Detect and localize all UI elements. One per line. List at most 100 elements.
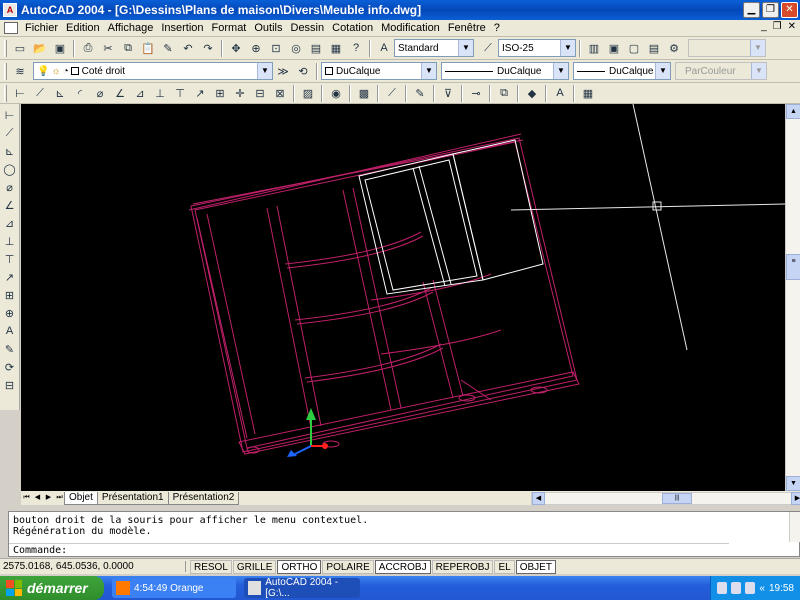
status-toggle-grille[interactable]: GRILLE <box>232 559 277 574</box>
make-layer-current-icon[interactable]: ≫ <box>275 63 291 79</box>
scroll-left-icon[interactable]: ◀ <box>532 492 545 505</box>
ordinate-dimension-icon[interactable]: ⊾ <box>52 85 68 101</box>
chevron-down-icon[interactable]: ▼ <box>421 63 436 79</box>
menu-fenetre[interactable]: Fenêtre <box>444 20 490 37</box>
tab-presentation2[interactable]: Présentation2 <box>167 491 240 505</box>
vertical-scrollbar[interactable]: ▲ ≡ ▼ <box>785 104 800 491</box>
center-mark-icon[interactable]: ✛ <box>232 85 248 101</box>
radius-dimension-icon[interactable]: ◜ <box>72 85 88 101</box>
match-properties-icon[interactable]: ✎ <box>160 40 176 56</box>
design-center-icon[interactable]: ▦ <box>328 40 344 56</box>
document-icon[interactable] <box>4 22 18 34</box>
scroll-down-icon[interactable]: ▼ <box>786 476 800 491</box>
pan-icon[interactable]: ✥ <box>228 40 244 56</box>
menu-outils[interactable]: Outils <box>250 20 286 37</box>
close-button[interactable]: ✕ <box>781 2 798 18</box>
multiline-text-icon[interactable]: A <box>552 85 568 101</box>
status-toggle-reperobj[interactable]: REPEROBJ <box>431 559 494 574</box>
chevron-down-icon[interactable]: ▼ <box>553 63 568 79</box>
baseline-left-icon[interactable]: ⊥ <box>2 233 18 249</box>
doc-minimize-button[interactable]: _ <box>761 21 767 32</box>
toolbar-grip[interactable] <box>4 84 7 102</box>
menu-cotation[interactable]: Cotation <box>328 20 377 37</box>
first-tab-icon[interactable]: ⏮ <box>21 492 32 504</box>
lineweight-select[interactable]: DuCalque ▼ <box>573 62 671 80</box>
undo-icon[interactable]: ↶ <box>180 40 196 56</box>
tolerance-icon[interactable]: ⊞ <box>212 85 228 101</box>
layer-select[interactable]: 💡 ☼ ◔ Coté droit ▼ <box>33 62 273 80</box>
taskbar-item-autocad[interactable]: AutoCAD 2004 - [G:\... <box>244 577 360 599</box>
quick-dim-left-icon[interactable]: ⊿ <box>2 215 18 231</box>
settings-icon[interactable]: ⚙ <box>666 40 682 56</box>
horizontal-scrollbar[interactable]: ◀ ||| ▶ <box>531 492 800 505</box>
tab-presentation1[interactable]: Présentation1 <box>96 491 169 505</box>
aligned-dimension-icon[interactable]: ⟋ <box>32 85 48 101</box>
hscroll-thumb[interactable]: ||| <box>662 493 692 504</box>
menu-format[interactable]: Format <box>208 20 251 37</box>
chevron-down-icon[interactable]: ▼ <box>751 63 766 79</box>
network-icon[interactable] <box>731 582 742 594</box>
maximize-button[interactable]: ❐ <box>762 2 779 18</box>
status-toggle-el[interactable]: EL <box>494 559 515 574</box>
model-space-drawing[interactable] <box>21 104 785 491</box>
print-icon[interactable]: ⎙ <box>80 40 96 56</box>
expand-tray-icon[interactable]: « <box>759 583 765 594</box>
paste-icon[interactable]: 📋 <box>140 40 156 56</box>
solid-box-icon[interactable]: ▨ <box>300 85 316 101</box>
dim-diameter-left-icon[interactable]: ⌀ <box>2 179 18 195</box>
open-icon[interactable]: 📂 <box>32 40 48 56</box>
orbit-icon[interactable]: ◉ <box>328 85 344 101</box>
center-mark-left-icon[interactable]: ⊕ <box>2 305 18 321</box>
dim-ordinate-left-icon[interactable]: ⊾ <box>2 143 18 159</box>
redo-icon[interactable]: ↷ <box>200 40 216 56</box>
menu-modification[interactable]: Modification <box>377 20 444 37</box>
tab-objet[interactable]: Objet <box>64 491 98 505</box>
toolbar-grip[interactable] <box>4 39 7 57</box>
next-tab-icon[interactable]: ▶ <box>43 492 54 504</box>
angular-dimension-icon[interactable]: ∠ <box>112 85 128 101</box>
dim-style-select[interactable]: ISO-25 ▼ <box>498 39 576 57</box>
command-input[interactable]: Commande: <box>9 543 729 556</box>
properties-icon[interactable]: ▤ <box>308 40 324 56</box>
leader-left-icon[interactable]: ↗ <box>2 269 18 285</box>
zoom-window-icon[interactable]: ⊡ <box>268 40 284 56</box>
quick-dimension-icon[interactable]: ⊿ <box>132 85 148 101</box>
baseline-dimension-icon[interactable]: ⊥ <box>152 85 168 101</box>
chevron-down-icon[interactable]: ▼ <box>655 63 670 79</box>
chevron-down-icon[interactable]: ▼ <box>750 40 765 56</box>
scroll-thumb[interactable]: ≡ <box>786 254 800 280</box>
menu-dessin[interactable]: Dessin <box>287 20 329 37</box>
chevron-down-icon[interactable]: ▼ <box>560 40 575 56</box>
command-scrollbar[interactable] <box>789 512 800 542</box>
tolerance-left-icon[interactable]: ⊞ <box>2 287 18 303</box>
ucs-icon[interactable]: ▢ <box>626 40 642 56</box>
coordinate-readout[interactable]: 2575.0168, 645.0536, 0.0000 <box>0 561 186 572</box>
drawing-area[interactable] <box>21 104 785 491</box>
pencil-icon[interactable]: ✎ <box>412 85 428 101</box>
viewport-scale-select[interactable]: ▼ <box>688 39 766 57</box>
insert-block-icon[interactable]: ⊽ <box>440 85 456 101</box>
continue-left-icon[interactable]: ⊤ <box>2 251 18 267</box>
status-toggle-polaire[interactable]: POLAIRE <box>322 559 374 574</box>
hatch-icon[interactable]: ▦ <box>580 85 596 101</box>
minimize-button[interactable]: ▁ <box>743 2 760 18</box>
menu-aide[interactable]: ? <box>490 20 504 37</box>
plotstyle-select[interactable]: ParCouleur ▼ <box>675 62 767 80</box>
text-left-icon[interactable]: A <box>2 323 18 339</box>
text-style-icon[interactable]: A <box>376 40 392 56</box>
status-toggle-resol[interactable]: RESOL <box>190 559 232 574</box>
copy-icon[interactable]: ⧉ <box>120 40 136 56</box>
zoom-realtime-icon[interactable]: ⊕ <box>248 40 264 56</box>
edit-left-icon[interactable]: ✎ <box>2 341 18 357</box>
status-toggle-ortho[interactable]: ORTHO <box>277 559 322 574</box>
override-left-icon[interactable]: ⊟ <box>2 377 18 393</box>
doc-restore-button[interactable]: ❐ <box>773 21 782 32</box>
menu-affichage[interactable]: Affichage <box>104 20 158 37</box>
dim-linear-left-icon[interactable]: ⊢ <box>2 107 18 123</box>
render-shade-icon[interactable]: ◆ <box>524 85 540 101</box>
clock[interactable]: 19:58 <box>769 583 794 594</box>
help-icon[interactable]: ? <box>348 40 364 56</box>
start-button[interactable]: démarrer <box>0 576 104 600</box>
layer-previous-icon[interactable]: ⟲ <box>295 63 311 79</box>
new-icon[interactable]: ▭ <box>12 40 28 56</box>
